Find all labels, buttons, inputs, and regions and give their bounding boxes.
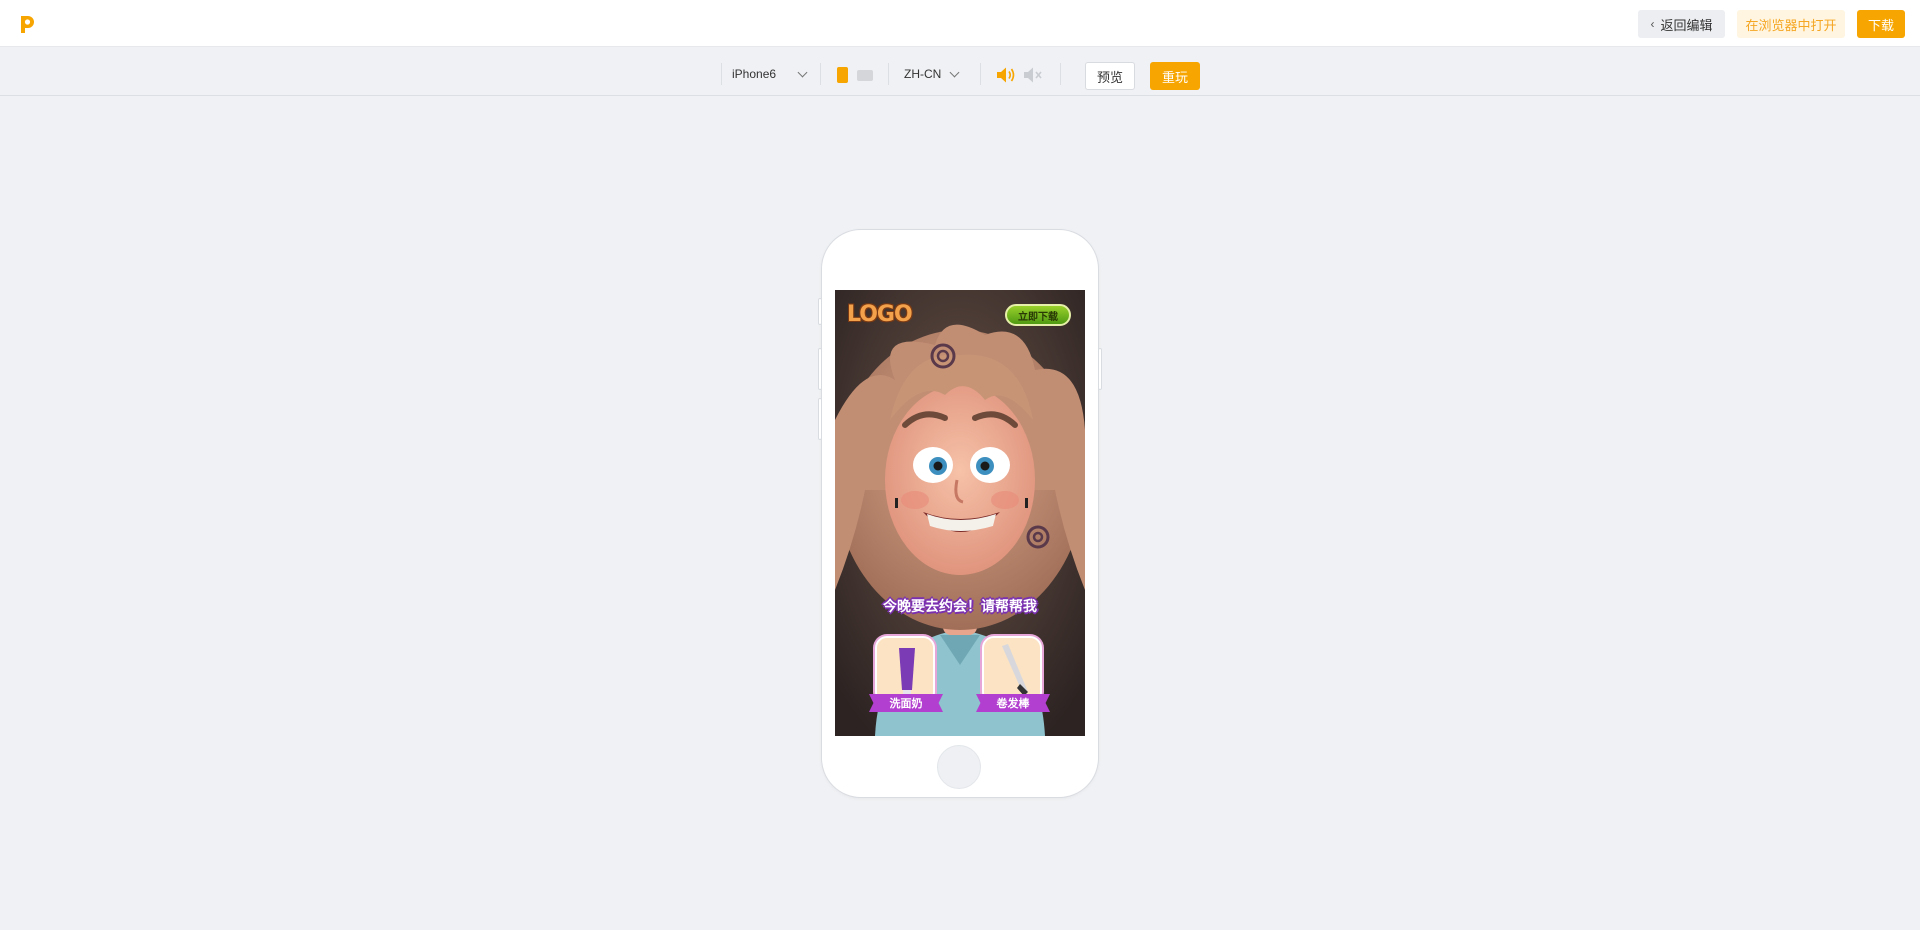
game-prompt-text: 今晚要去约会！请帮帮我 [883,599,1037,615]
phone-side-button [818,298,822,325]
divider [980,63,981,85]
choice-card [875,636,935,704]
choice-label: 卷发棒 [976,694,1050,712]
download-button[interactable]: 下载 [1857,10,1905,38]
divider [888,63,889,85]
back-to-edit-button[interactable]: ‹ 返回编辑 [1638,10,1725,38]
device-select[interactable]: iPhone6 [732,63,810,85]
game-logo: LOGO [847,302,913,327]
chevron-down-icon [797,67,808,77]
top-header: ‹ 返回编辑 在浏览器中打开 下载 [0,0,1920,47]
app-logo-icon[interactable] [18,14,36,34]
preview-button[interactable]: 预览 [1085,62,1135,90]
replay-button[interactable]: 重玩 [1150,62,1200,90]
language-select[interactable]: ZH-CN [904,63,962,85]
divider [820,63,821,85]
phone-side-button [818,348,822,390]
phone-home-button[interactable] [937,745,981,789]
back-to-edit-label: 返回编辑 [1660,17,1713,33]
device-select-value: iPhone6 [732,67,777,81]
playable-ad-screen[interactable]: LOGO 立即下载 今晚要去约会！请帮帮我 洗面奶 卷发棒 [835,290,1085,736]
divider [1060,63,1061,85]
preview-toolbar: iPhone6 ZH-CN 预览 重玩 [0,48,1920,96]
open-in-browser-button[interactable]: 在浏览器中打开 [1737,10,1845,38]
portrait-orientation-icon[interactable] [837,67,848,83]
chevron-down-icon [949,67,960,77]
phone-side-button [818,398,822,440]
game-download-button[interactable]: 立即下载 [1005,304,1071,326]
phone-side-button [1098,348,1102,390]
chevron-left-icon: ‹ [1650,17,1655,31]
choice-label: 洗面奶 [869,694,943,712]
divider [721,63,722,85]
choice-curling-iron[interactable]: 卷发棒 [976,636,1050,718]
volume-mute-icon[interactable] [1023,66,1043,84]
landscape-orientation-icon[interactable] [857,70,873,81]
volume-on-icon[interactable] [996,66,1016,84]
language-select-value: ZH-CN [904,67,942,81]
choice-card [982,636,1042,704]
choice-cleanser[interactable]: 洗面奶 [869,636,943,718]
